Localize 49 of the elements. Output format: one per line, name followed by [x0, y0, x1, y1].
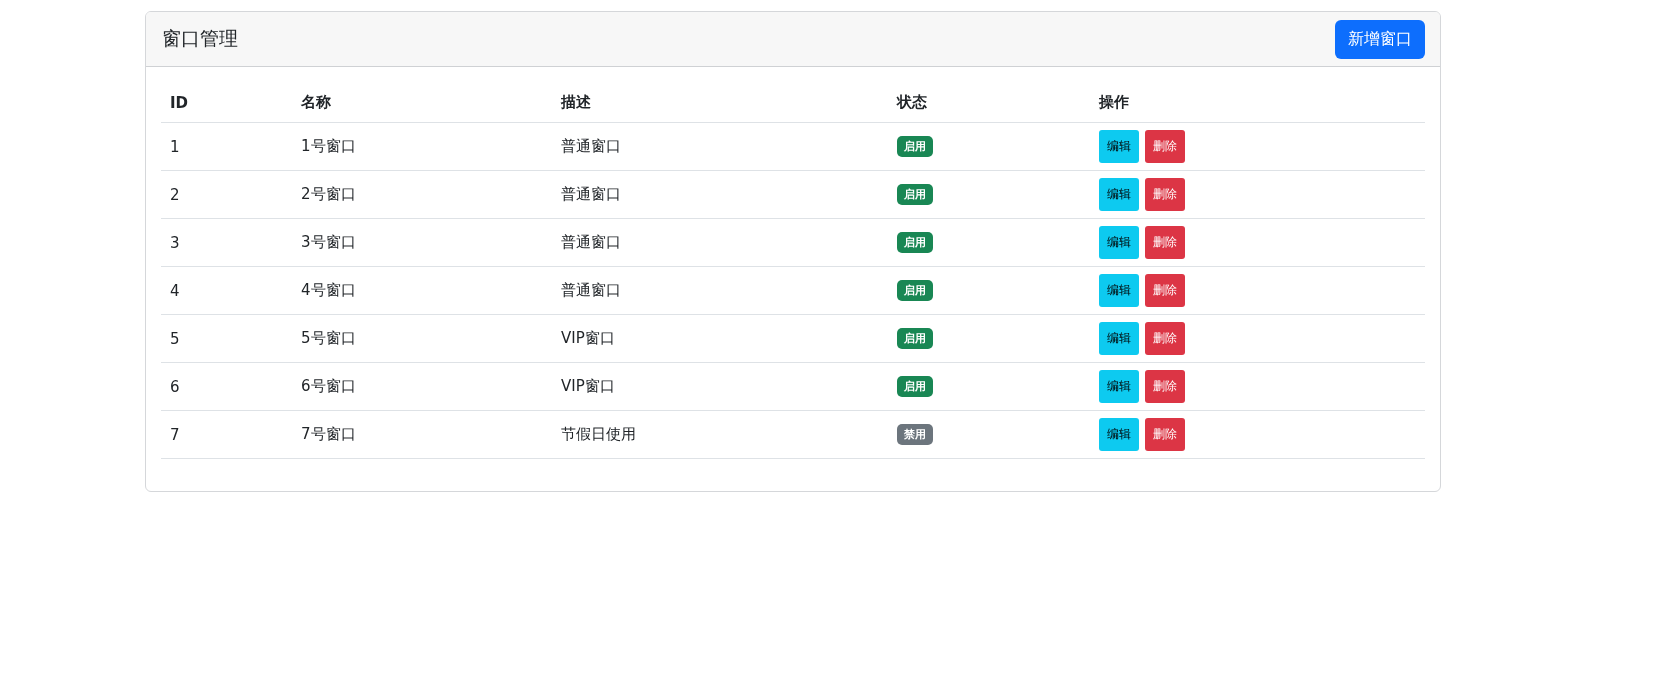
delete-button[interactable]: 删除: [1145, 418, 1185, 451]
name-cell: 7号窗口: [292, 410, 552, 459]
description-cell: 普通窗口: [552, 218, 888, 267]
status-badge: 启用: [897, 136, 933, 157]
description-cell: VIP窗口: [552, 362, 888, 411]
name-cell: 5号窗口: [292, 314, 552, 363]
edit-button[interactable]: 编辑: [1099, 226, 1139, 259]
description-cell: VIP窗口: [552, 314, 888, 363]
name-cell: 6号窗口: [292, 362, 552, 411]
edit-button[interactable]: 编辑: [1099, 370, 1139, 403]
card-title: 窗口管理: [162, 26, 238, 51]
column-header: ID: [161, 83, 292, 123]
name-cell: 4号窗口: [292, 266, 552, 315]
id-cell: 6: [161, 362, 292, 411]
id-cell: 3: [161, 218, 292, 267]
delete-button[interactable]: 删除: [1145, 274, 1185, 307]
status-badge: 启用: [897, 376, 933, 397]
add-button[interactable]: 新增窗口: [1335, 19, 1425, 59]
name-cell: 1号窗口: [292, 122, 552, 171]
delete-button[interactable]: 删除: [1145, 178, 1185, 211]
column-header: 操作: [1090, 83, 1425, 123]
column-header: 描述: [552, 83, 888, 123]
status-badge: 启用: [897, 184, 933, 205]
delete-button[interactable]: 删除: [1145, 322, 1185, 355]
edit-button[interactable]: 编辑: [1099, 130, 1139, 163]
name-cell: 2号窗口: [292, 170, 552, 219]
description-cell: 普通窗口: [552, 266, 888, 315]
status-badge: 启用: [897, 232, 933, 253]
delete-button[interactable]: 删除: [1145, 370, 1185, 403]
id-cell: 1: [161, 122, 292, 171]
description-cell: 普通窗口: [552, 122, 888, 171]
name-cell: 3号窗口: [292, 218, 552, 267]
delete-button[interactable]: 删除: [1145, 130, 1185, 163]
id-cell: 5: [161, 314, 292, 363]
id-cell: 7: [161, 410, 292, 459]
status-badge: 启用: [897, 280, 933, 301]
column-header: 名称: [292, 83, 552, 123]
edit-button[interactable]: 编辑: [1099, 178, 1139, 211]
description-cell: 节假日使用: [552, 410, 888, 459]
column-header: 状态: [888, 83, 1090, 123]
edit-button[interactable]: 编辑: [1099, 322, 1139, 355]
id-cell: 4: [161, 266, 292, 315]
id-cell: 2: [161, 170, 292, 219]
edit-button[interactable]: 编辑: [1099, 274, 1139, 307]
description-cell: 普通窗口: [552, 170, 888, 219]
status-badge: 启用: [897, 328, 933, 349]
delete-button[interactable]: 删除: [1145, 226, 1185, 259]
status-badge: 禁用: [897, 424, 933, 445]
edit-button[interactable]: 编辑: [1099, 418, 1139, 451]
